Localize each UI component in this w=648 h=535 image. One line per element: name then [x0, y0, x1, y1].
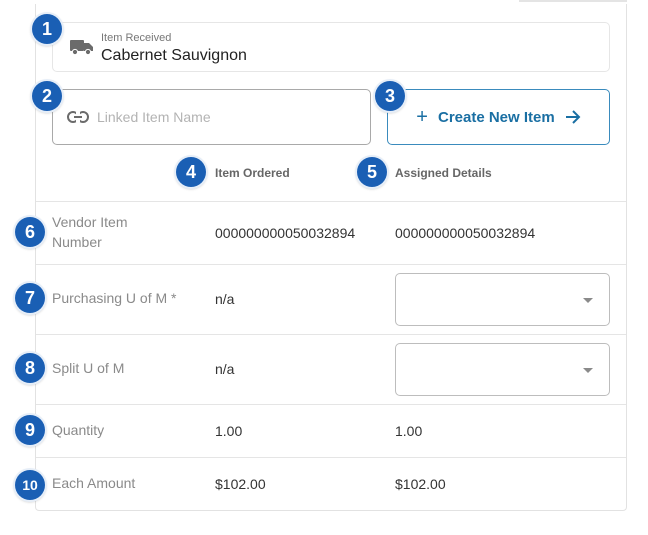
- callout-badge-10: 10: [15, 470, 45, 500]
- callout-badge-5: 5: [357, 157, 387, 187]
- item-received-label: Item Received: [101, 32, 172, 44]
- row-divider: [36, 334, 626, 335]
- row-divider: [36, 404, 626, 405]
- callout-badge-4: 4: [176, 157, 206, 187]
- receiving-panel: [35, 4, 627, 511]
- create-new-item-label: Create New Item: [437, 108, 555, 126]
- each-amount-label: Each Amount: [52, 475, 136, 491]
- column-header-item-ordered: Item Ordered: [215, 166, 290, 180]
- row-divider: [36, 457, 626, 458]
- vendor-item-number-assigned: 000000000050032894: [395, 225, 536, 241]
- callout-badge-3: 3: [375, 81, 405, 111]
- top-tab-edge: [519, 0, 627, 2]
- callout-badge-9: 9: [15, 415, 45, 445]
- split-uom-select[interactable]: [395, 343, 610, 396]
- callout-badge-7: 7: [15, 283, 45, 313]
- quantity-ordered: 1.00: [215, 423, 243, 439]
- purchasing-uom-label: Purchasing U of M *: [52, 290, 177, 306]
- callout-badge-1: 1: [32, 14, 62, 44]
- vendor-item-number-label: Vendor Item Number: [52, 214, 128, 250]
- purchasing-uom-select[interactable]: [395, 273, 610, 326]
- plus-icon: +: [416, 106, 428, 128]
- purchasing-uom-ordered: n/a: [215, 291, 235, 307]
- row-divider: [36, 264, 626, 265]
- each-amount-ordered: $102.00: [215, 476, 266, 492]
- linked-item-name-placeholder: Linked Item Name: [97, 109, 211, 125]
- linked-item-name-input[interactable]: Linked Item Name: [52, 89, 371, 145]
- split-uom-ordered: n/a: [215, 361, 235, 377]
- callout-badge-2: 2: [32, 81, 62, 111]
- each-amount-assigned: $102.00: [395, 476, 446, 492]
- create-new-item-button[interactable]: + Create New Item: [387, 89, 610, 145]
- dropdown-caret-icon: [583, 368, 593, 373]
- column-header-assigned-details: Assigned Details: [395, 166, 492, 180]
- quantity-label: Quantity: [52, 422, 105, 438]
- row-divider: [36, 201, 626, 202]
- split-uom-label: Split U of M: [52, 360, 125, 376]
- arrow-right-icon: [565, 110, 581, 124]
- link-icon: [67, 110, 89, 129]
- item-received-field: Item Received Cabernet Sauvignon: [52, 22, 610, 72]
- quantity-assigned: 1.00: [395, 423, 423, 439]
- dropdown-caret-icon: [583, 298, 593, 303]
- callout-badge-8: 8: [15, 353, 45, 383]
- vendor-item-number-ordered: 000000000050032894: [215, 225, 356, 241]
- callout-badge-6: 6: [15, 217, 45, 247]
- item-received-value: Cabernet Sauvignon: [101, 47, 247, 64]
- truck-icon: [70, 39, 94, 60]
